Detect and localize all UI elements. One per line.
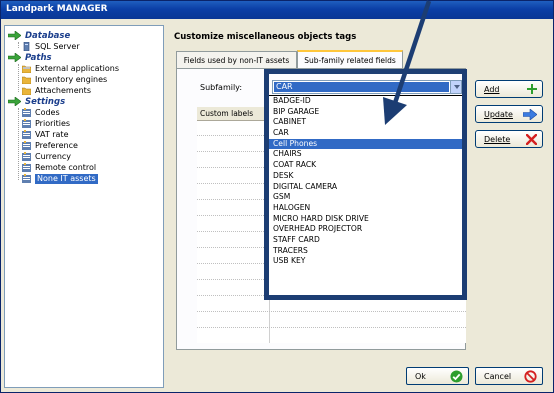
tab-fields-non-it[interactable]: Fields used by non-IT assets <box>176 51 297 68</box>
dropdown-option[interactable]: STAFF CARD <box>268 235 462 246</box>
no-entry-icon <box>524 369 537 383</box>
tree-item-attachements[interactable]: Attachements <box>22 85 91 96</box>
window-title: Landpark MANAGER <box>6 4 108 14</box>
tree-item-label: Inventory engines <box>35 74 108 84</box>
settings-list-icon <box>22 174 31 183</box>
tree-item-inventory-engines[interactable]: Inventory engines <box>22 74 107 85</box>
tree-item-label: Remote control <box>35 162 97 172</box>
tree-item-label: Codes <box>35 107 60 117</box>
tree-item-label: Priorities <box>35 118 71 128</box>
folder-icon <box>22 76 31 84</box>
tree-section-label: Settings <box>25 96 66 107</box>
dropdown-option[interactable]: Cell Phones <box>268 138 462 150</box>
dropdown-option[interactable]: CHAIRS <box>268 149 462 160</box>
tree-item-sql-server[interactable]: SQL Server <box>22 41 80 52</box>
grid-header-custom-labels: Custom labels <box>197 107 269 121</box>
title-bar: Landpark MANAGER <box>1 1 553 19</box>
grid-row-line <box>197 327 466 328</box>
dropdown-option[interactable]: GSM <box>268 192 462 203</box>
tree-section-settings[interactable]: Settings <box>8 96 65 107</box>
update-button-label: Update <box>484 109 513 119</box>
tree-item-label: VAT rate <box>35 129 69 139</box>
plus-icon <box>527 84 537 94</box>
app-window: Landpark MANAGER Database SQL Server Pat… <box>0 0 554 393</box>
tree-item-remote-control[interactable]: Remote control <box>22 162 96 173</box>
tree-item-label: External applications <box>35 63 120 73</box>
tree-item-external-applications[interactable]: External applications <box>22 63 119 74</box>
settings-list-icon <box>22 130 31 139</box>
check-circle-icon <box>450 370 463 382</box>
tree-item-label: Currency <box>35 151 72 161</box>
settings-list-icon <box>22 163 31 172</box>
dropdown-option[interactable]: DESK <box>268 171 462 182</box>
ok-button[interactable]: Ok <box>406 367 469 385</box>
dropdown-option[interactable]: DIGITAL CAMERA <box>268 182 462 193</box>
annotation-arrow-icon <box>383 0 432 125</box>
dropdown-option[interactable]: TRACERS <box>268 246 462 257</box>
blue-arrow-right-icon <box>523 108 537 120</box>
settings-list-icon <box>22 141 31 150</box>
delete-button[interactable]: Delete <box>475 130 543 148</box>
tree-item-none-it-assets[interactable]: None IT assets <box>22 173 98 184</box>
tree-item-preference[interactable]: Preference <box>22 140 78 151</box>
tree-item-vat-rate[interactable]: VAT rate <box>22 129 69 140</box>
green-arrow-icon <box>8 31 21 40</box>
folder-icon <box>22 87 31 95</box>
tree-section-database[interactable]: Database <box>8 30 70 41</box>
tree-item-label: Preference <box>35 140 78 150</box>
dropdown-option[interactable]: OVERHEAD PROJECTOR <box>268 224 462 235</box>
folder-icon <box>22 65 31 73</box>
add-button[interactable]: Add <box>475 80 543 98</box>
dropdown-option[interactable]: COAT RACK <box>268 160 462 171</box>
dropdown-option[interactable]: USB KEY <box>268 256 462 267</box>
tree-item-priorities[interactable]: Priorities <box>22 118 70 129</box>
tree-item-label: Attachements <box>35 85 91 95</box>
tree-item-currency[interactable]: Currency <box>22 151 71 162</box>
sidebar-tree[interactable]: Database SQL Server Paths External appli… <box>4 25 164 388</box>
tree-item-codes[interactable]: Codes <box>22 107 60 118</box>
tree-section-paths[interactable]: Paths <box>8 52 52 63</box>
delete-button-label: Delete <box>484 134 511 144</box>
tree-item-label: SQL Server <box>35 41 80 51</box>
cancel-button[interactable]: Cancel <box>475 367 543 385</box>
green-arrow-icon <box>8 97 21 106</box>
tree-item-label: None IT assets <box>35 173 98 184</box>
dropdown-option[interactable]: MICRO HARD DISK DRIVE <box>268 214 462 225</box>
close-icon <box>526 133 537 145</box>
dropdown-option[interactable]: HALOGEN <box>268 203 462 214</box>
add-button-label: Add <box>484 84 500 94</box>
settings-list-icon <box>22 152 31 161</box>
settings-list-icon <box>22 108 31 117</box>
green-arrow-icon <box>8 53 21 62</box>
page-title: Customize miscellaneous objects tags <box>174 32 357 42</box>
cancel-button-label: Cancel <box>484 371 512 381</box>
chevron-down-icon[interactable] <box>450 81 461 93</box>
ok-button-label: Ok <box>415 371 426 381</box>
grid-row-line <box>197 311 466 312</box>
subfamily-label: Subfamily: <box>200 83 243 92</box>
tree-section-label: Database <box>25 30 71 41</box>
database-icon <box>23 42 30 51</box>
tree-section-label: Paths <box>25 52 52 63</box>
settings-list-icon <box>22 119 31 128</box>
update-button[interactable]: Update <box>475 105 543 123</box>
